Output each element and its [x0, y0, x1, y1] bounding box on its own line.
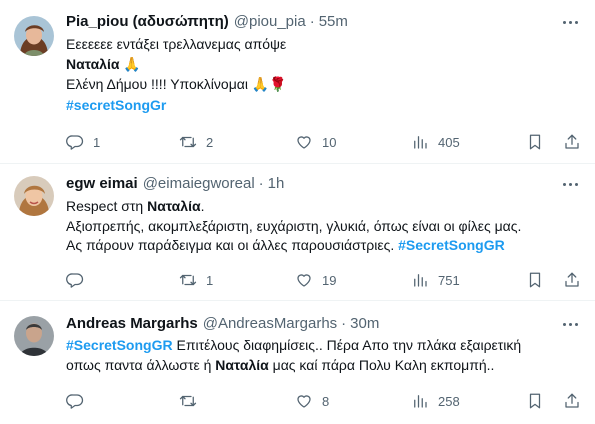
- bookmark-icon: [529, 272, 541, 288]
- hashtag-link[interactable]: #secretSongGr: [66, 97, 166, 113]
- views-icon: [414, 136, 427, 149]
- views-button[interactable]: 258: [411, 392, 460, 410]
- tweet-text-line: Ναταλία 🙏: [66, 55, 141, 73]
- retweet-count: 1: [206, 272, 214, 288]
- share-icon: [565, 134, 579, 149]
- views-button[interactable]: 405: [411, 133, 460, 151]
- display-name[interactable]: Pia_piou (αδυσώπητη): [66, 12, 229, 32]
- retweet-button[interactable]: 1: [179, 271, 213, 289]
- avatar[interactable]: [14, 176, 54, 216]
- bookmark-icon: [529, 134, 541, 150]
- like-button[interactable]: 8: [295, 392, 329, 410]
- tweet-header: egw eimai @eimaiegworeal · 1h: [66, 174, 581, 194]
- tweet-actions: 8 258: [66, 391, 581, 411]
- like-button[interactable]: 10: [295, 133, 336, 151]
- retweet-icon: [179, 274, 197, 286]
- like-count: 10: [322, 134, 337, 150]
- avatar-image: [14, 316, 54, 356]
- tweet-header: Pia_piou (αδυσώπητη) @piou_pia · 55m: [66, 12, 581, 32]
- views-icon: [414, 395, 427, 408]
- heart-icon: [297, 274, 311, 287]
- bookmark-button[interactable]: [526, 271, 544, 289]
- tweet-text-line: Ελένη Δήμου !!!! Υποκλίνομαι 🙏🌹: [66, 76, 287, 93]
- tweet-actions: 1 19 751: [66, 270, 581, 290]
- share-icon: [565, 393, 579, 408]
- tweet-text-line: Ας πάρουν παράδειγμα και οι άλλες παρουσ…: [66, 237, 505, 253]
- pray-emoji: 🙏: [123, 56, 141, 73]
- more-icon[interactable]: [559, 316, 581, 332]
- like-count: 19: [322, 272, 337, 288]
- tweet-content: Pia_piou (αδυσώπητη) @piou_pia · 55m Εεε…: [66, 12, 581, 115]
- reply-button[interactable]: [66, 271, 93, 289]
- views-icon: [414, 274, 427, 287]
- share-button[interactable]: [563, 271, 581, 289]
- hashtag-link[interactable]: #SecretSongGR: [398, 237, 505, 253]
- tweet-content: egw eimai @eimaiegworeal · 1h Respect στ…: [66, 174, 581, 256]
- views-count: 258: [438, 393, 460, 409]
- hashtag-link[interactable]: #SecretSongGR: [66, 337, 173, 353]
- heart-icon: [297, 136, 311, 149]
- tweet-text: Εεεεεεε εντάξει τρελλανεμας απόψε Ναταλί…: [66, 35, 581, 115]
- separator-dot: ·: [341, 315, 347, 332]
- retweet-count: 2: [206, 134, 214, 150]
- tweet[interactable]: Andreas Margarhs @AndreasMargarhs · 30m …: [0, 302, 595, 424]
- tweet[interactable]: Pia_piou (αδυσώπητη) @piou_pia · 55m Εεε…: [0, 0, 595, 164]
- bookmark-icon: [529, 393, 541, 409]
- reply-button[interactable]: 1: [66, 133, 100, 151]
- timestamp[interactable]: 1h: [268, 174, 285, 194]
- avatar[interactable]: [14, 316, 54, 356]
- avatar-image: [14, 176, 54, 216]
- tweet-feed: Pia_piou (αδυσώπητη) @piou_pia · 55m Εεε…: [0, 0, 595, 424]
- retweet-icon: [179, 395, 197, 407]
- avatar-image: [14, 16, 54, 56]
- avatar[interactable]: [14, 16, 54, 56]
- retweet-button[interactable]: [179, 392, 206, 410]
- reply-icon: [66, 135, 84, 150]
- user-handle[interactable]: @AndreasMargarhs: [203, 314, 337, 334]
- like-button[interactable]: 19: [295, 271, 336, 289]
- heart-icon: [297, 395, 311, 408]
- display-name[interactable]: egw eimai: [66, 174, 138, 194]
- views-button[interactable]: 751: [411, 271, 460, 289]
- tweet-text-line: Respect στη Ναταλία.: [66, 198, 205, 214]
- tweet-content: Andreas Margarhs @AndreasMargarhs · 30m …: [66, 314, 581, 375]
- tweet-header: Andreas Margarhs @AndreasMargarhs · 30m: [66, 314, 581, 334]
- bookmark-button[interactable]: [526, 133, 544, 151]
- more-icon[interactable]: [559, 14, 581, 30]
- tweet-text-line: #secretSongGr: [66, 96, 581, 116]
- reply-button[interactable]: [66, 392, 93, 410]
- reply-icon: [66, 394, 84, 409]
- like-count: 8: [322, 393, 330, 409]
- tweet-text: Respect στη Ναταλία. Αξιοπρεπής, ακομπλε…: [66, 197, 581, 256]
- separator-dot: ·: [309, 13, 315, 30]
- retweet-icon: [179, 136, 197, 148]
- tweet-text: #SecretSongGR Επιτέλους διαφημίσεις.. Πέ…: [66, 336, 581, 375]
- share-button[interactable]: [563, 392, 581, 410]
- views-count: 405: [438, 134, 460, 150]
- timestamp[interactable]: 55m: [319, 12, 348, 32]
- tweet-text-line: Αξιοπρεπής, ακομπλεξάριστη, ευχάριστη, γ…: [66, 217, 522, 234]
- user-handle[interactable]: @eimaiegworeal: [143, 174, 255, 194]
- tweet-text-line: #SecretSongGR Επιτέλους διαφημίσεις.. Πέ…: [66, 337, 522, 353]
- share-icon: [565, 272, 579, 287]
- tweet[interactable]: egw eimai @eimaiegworeal · 1h Respect στ…: [0, 165, 595, 301]
- display-name[interactable]: Andreas Margarhs: [66, 314, 198, 334]
- reply-count: 1: [93, 134, 101, 150]
- user-handle[interactable]: @piou_pia: [234, 12, 306, 32]
- more-icon[interactable]: [559, 176, 581, 192]
- views-count: 751: [438, 272, 460, 288]
- pray-rose-emoji: 🙏🌹: [251, 77, 287, 93]
- retweet-button[interactable]: 2: [179, 133, 213, 151]
- tweet-text-line: Εεεεεεε εντάξει τρελλανεμας απόψε: [66, 36, 287, 52]
- bookmark-button[interactable]: [526, 392, 544, 410]
- separator-dot: ·: [258, 175, 264, 192]
- timestamp[interactable]: 30m: [350, 314, 379, 334]
- tweet-text-line: οπως παντα άλλωστε ή Ναταλία μας καί πάρ…: [66, 356, 495, 373]
- reply-icon: [66, 273, 84, 288]
- share-button[interactable]: [563, 133, 581, 151]
- tweet-actions: 1 2 10 405: [66, 132, 581, 152]
